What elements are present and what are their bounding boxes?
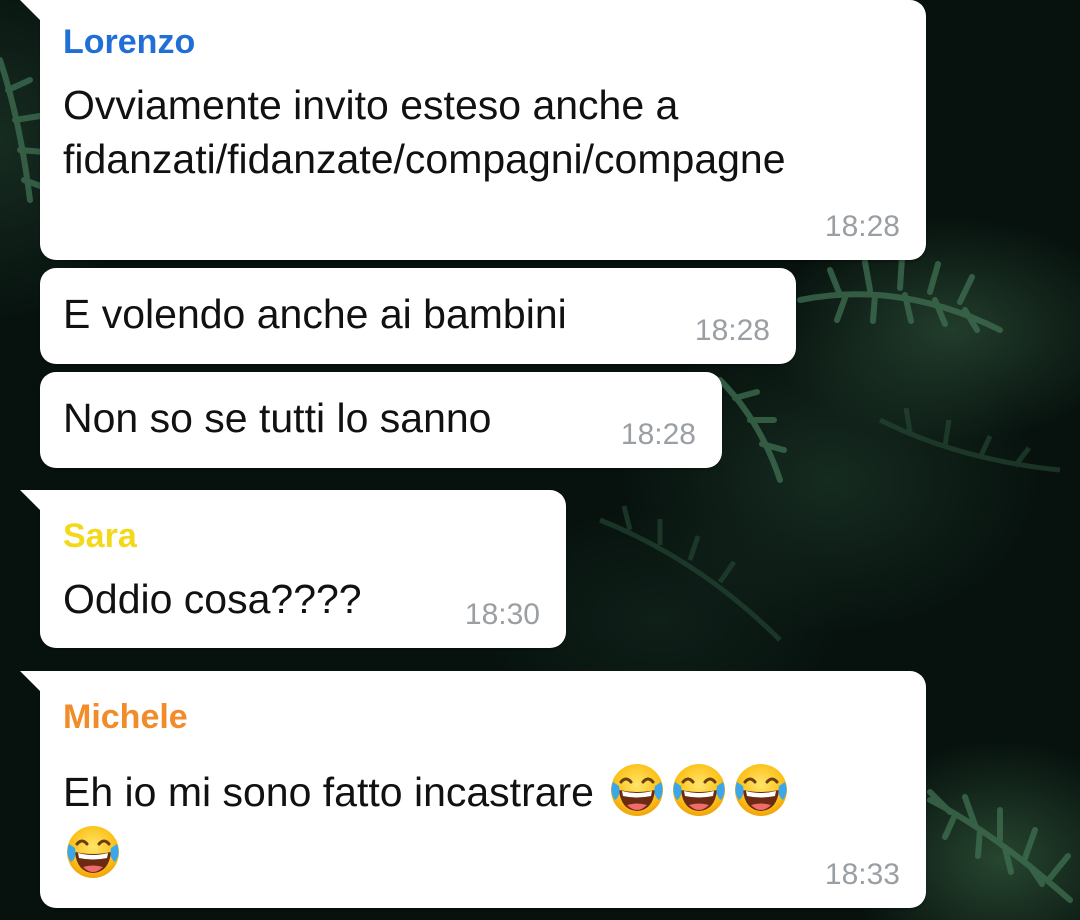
face-with-tears-of-joy-icon bbox=[63, 822, 123, 882]
message-text: Oddio cosa???? bbox=[63, 576, 362, 622]
message-bubble[interactable]: Michele Eh io mi sono fatto incastrare 1… bbox=[20, 671, 926, 908]
message-text-line: Ovviamente invito esteso anche a bbox=[63, 82, 679, 128]
message-bubble[interactable]: Lorenzo Ovviamente invito esteso anche a… bbox=[20, 0, 926, 260]
message-text-line: fidanzati/fidanzate/compagni/compagne bbox=[63, 136, 786, 182]
message-emoji-line bbox=[63, 822, 123, 882]
sender-name[interactable]: Lorenzo bbox=[63, 22, 195, 62]
message-bubble[interactable]: Non so se tutti lo sanno 18:28 bbox=[40, 372, 722, 468]
message-bubble[interactable]: E volendo anche ai bambini 18:28 bbox=[40, 268, 796, 364]
message-text-line: Eh io mi sono fatto incastrare bbox=[63, 760, 791, 820]
sender-name[interactable]: Sara bbox=[63, 516, 137, 556]
message-timestamp: 18:28 bbox=[694, 314, 770, 347]
message-timestamp: 18:28 bbox=[824, 210, 900, 243]
face-with-tears-of-joy-icon bbox=[731, 760, 791, 820]
message-text: Eh io mi sono fatto incastrare bbox=[63, 769, 594, 815]
message-timestamp: 18:30 bbox=[464, 598, 540, 631]
message-timestamp: 18:33 bbox=[824, 858, 900, 891]
sender-name[interactable]: Michele bbox=[63, 697, 188, 737]
message-bubble[interactable]: Sara Oddio cosa???? 18:30 bbox=[20, 490, 566, 648]
message-text: Non so se tutti lo sanno bbox=[63, 395, 492, 441]
face-with-tears-of-joy-icon bbox=[669, 760, 729, 820]
message-text: E volendo anche ai bambini bbox=[63, 291, 567, 337]
message-timestamp: 18:28 bbox=[620, 418, 696, 451]
face-with-tears-of-joy-icon bbox=[607, 760, 667, 820]
